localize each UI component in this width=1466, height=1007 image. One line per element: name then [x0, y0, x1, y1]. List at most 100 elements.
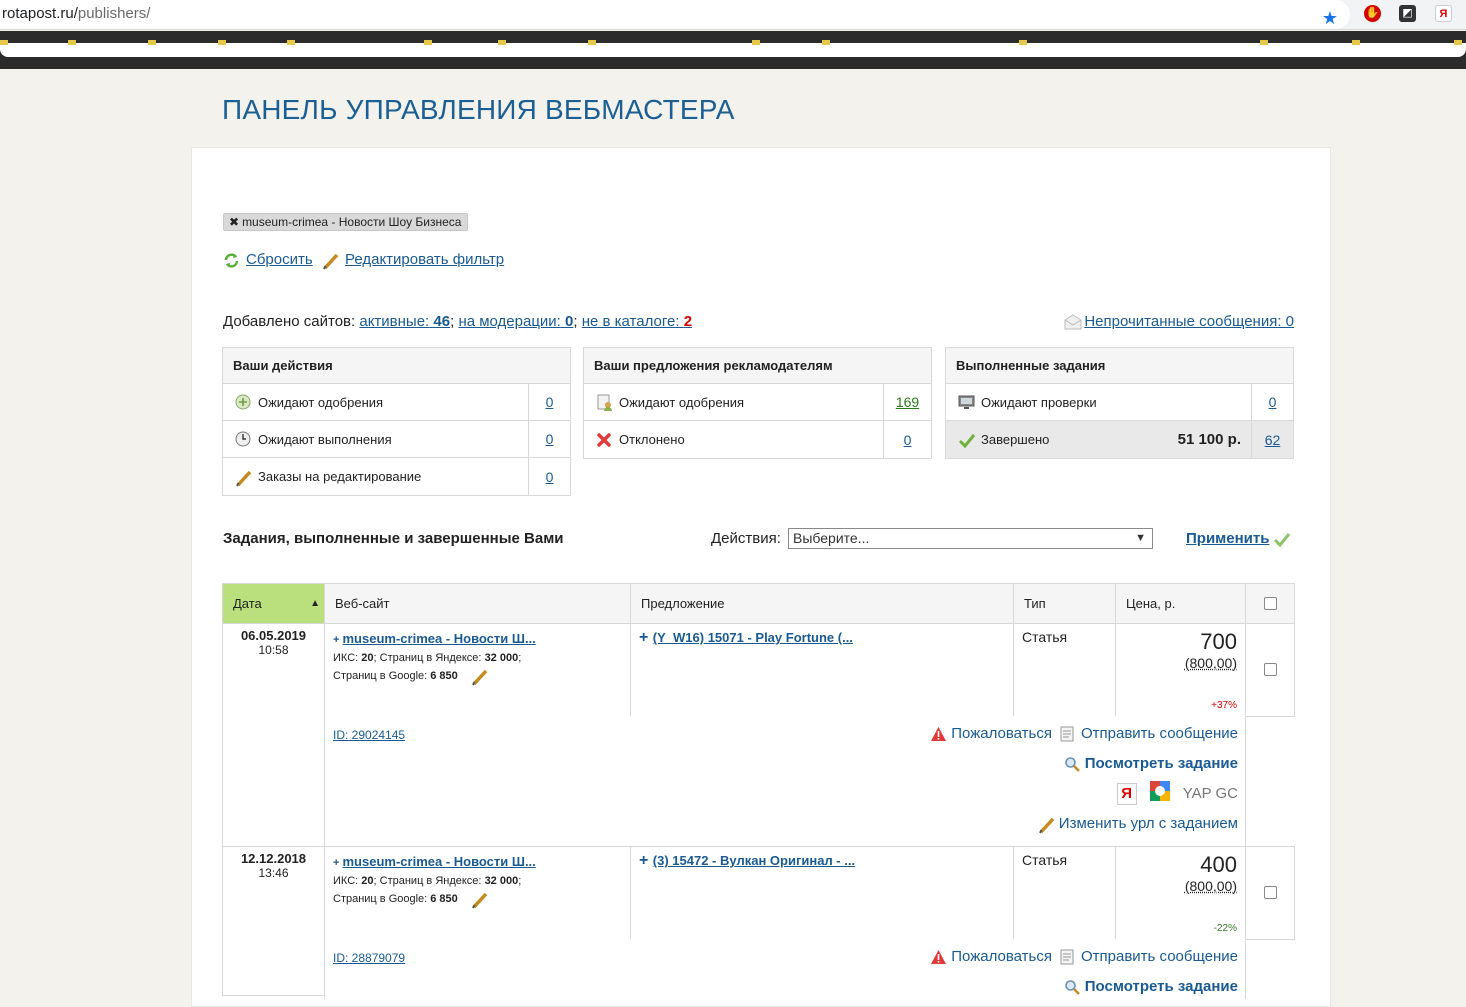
- catalog-sites-link[interactable]: не в каталоге: 2: [582, 313, 692, 330]
- view-task-link[interactable]: Посмотреть задание: [1064, 755, 1238, 772]
- bookmarks-strip: [0, 43, 1466, 57]
- stat-count-link[interactable]: 62: [1265, 432, 1281, 448]
- price-change: -22%: [1214, 923, 1237, 934]
- column-header-price[interactable]: Цена, р.: [1116, 584, 1246, 623]
- stat-label: Ожидают выполнения: [258, 432, 392, 447]
- column-header-type[interactable]: Тип: [1014, 584, 1116, 623]
- send-message-link[interactable]: Отправить сообщение: [1060, 948, 1238, 965]
- row-select-cell: [1245, 623, 1295, 717]
- column-header-date[interactable]: Дата ▲: [223, 584, 325, 623]
- stat-count-link[interactable]: 0: [546, 469, 554, 485]
- pencil-icon[interactable]: [471, 668, 487, 684]
- yandex-icon[interactable]: Я: [1117, 783, 1137, 805]
- expand-icon[interactable]: +: [333, 634, 339, 646]
- note-icon: [1060, 726, 1076, 742]
- url-field[interactable]: rotapost.ru/publishers/ ★: [0, 0, 1350, 29]
- plus-circle-icon: [235, 394, 251, 410]
- bookmark-folder-icon[interactable]: [424, 40, 432, 45]
- pencil-icon: [235, 469, 251, 485]
- website-link[interactable]: museum-crimea - Новости Ш...: [343, 854, 536, 869]
- bookmark-folder-icon[interactable]: [218, 40, 226, 45]
- browser-address-bar: rotapost.ru/publishers/ ★ ✋ ◩ Я: [0, 0, 1466, 30]
- stat-label: Заказы на редактирование: [258, 469, 421, 484]
- extension-icon[interactable]: ◩: [1399, 5, 1416, 22]
- bookmark-folder-icon[interactable]: [0, 40, 8, 45]
- table-row-date: 12.12.2018 13:46: [222, 846, 325, 996]
- bookmark-folder-icon[interactable]: [588, 40, 596, 45]
- complain-link[interactable]: Пожаловаться: [930, 948, 1052, 965]
- bookmark-star-icon[interactable]: ★: [1322, 4, 1338, 32]
- task-id-link[interactable]: ID: 29024145: [333, 728, 405, 742]
- checkmark-icon: [958, 432, 974, 448]
- apply-button[interactable]: Применить: [1186, 530, 1289, 547]
- offer-link[interactable]: (3) 15472 - Вулкан Оригинал - ...: [653, 853, 855, 868]
- stat-row: Завершено 51 100 р. 62: [946, 421, 1293, 458]
- bookmark-folder-icon[interactable]: [1260, 40, 1268, 45]
- bookmark-folder-icon[interactable]: [1019, 40, 1027, 45]
- edit-filter-label[interactable]: Редактировать фильтр: [345, 251, 504, 268]
- sites-summary: Добавлено сайтов: активные: 46; на модер…: [223, 313, 692, 330]
- bookmark-folder-icon[interactable]: [1352, 40, 1360, 45]
- send-message-link[interactable]: Отправить сообщение: [1060, 725, 1238, 742]
- change-url-link[interactable]: Изменить урл с заданием: [1038, 815, 1238, 832]
- reset-filter-link[interactable]: Сбросить: [223, 251, 313, 268]
- actions-select[interactable]: Выберите... ▼: [788, 528, 1153, 549]
- active-sites-link[interactable]: активные: 46: [359, 313, 450, 330]
- your-offers-title: Ваши предложения рекламодателям: [584, 348, 931, 384]
- apply-label[interactable]: Применить: [1186, 530, 1269, 547]
- stat-count-link[interactable]: 0: [1269, 394, 1277, 410]
- bookmark-folder-icon[interactable]: [1454, 40, 1462, 45]
- stat-count-link[interactable]: 0: [904, 432, 912, 448]
- bookmark-folder-icon[interactable]: [148, 40, 156, 45]
- row-detail-panel: ID: 29024145 Пожаловаться Отправить сооб…: [324, 716, 1246, 847]
- warning-icon: [930, 726, 946, 742]
- stat-count-link[interactable]: 0: [546, 431, 554, 447]
- select-all-checkbox[interactable]: [1264, 597, 1277, 610]
- pencil-icon[interactable]: [471, 891, 487, 907]
- column-header-offer[interactable]: Предложение: [631, 584, 1014, 623]
- yandex-extension-icon[interactable]: Я: [1435, 5, 1452, 22]
- expand-icon[interactable]: +: [333, 857, 339, 869]
- bookmark-folder-icon[interactable]: [822, 40, 830, 45]
- completed-tasks-box: Выполненные задания Ожидают проверки 0 З…: [945, 347, 1294, 459]
- tasks-section-title: Задания, выполненные и завершенные Вами: [223, 530, 564, 547]
- moderation-sites-link[interactable]: на модерации: 0: [458, 313, 573, 330]
- price-value: 400: [1124, 852, 1237, 878]
- reset-link-label[interactable]: Сбросить: [246, 251, 313, 268]
- page-title: ПАНЕЛЬ УПРАВЛЕНИЯ ВЕБМАСТЕРА: [222, 94, 735, 126]
- stat-count-link[interactable]: 0: [546, 394, 554, 410]
- bookmark-folder-icon[interactable]: [68, 40, 76, 45]
- pencil-icon: [322, 252, 338, 268]
- pencil-icon: [1038, 816, 1054, 832]
- bookmark-folder-icon[interactable]: [287, 40, 295, 45]
- expand-icon[interactable]: +: [639, 852, 648, 869]
- unread-messages[interactable]: Непрочитанные сообщения: 0: [1064, 313, 1294, 330]
- your-actions-box: Ваши действия Ожидают одобрения 0 Ожидаю…: [222, 347, 571, 496]
- url-path: publishers/: [78, 5, 151, 22]
- sites-prefix: Добавлено сайтов:: [223, 313, 355, 330]
- column-header-website[interactable]: Веб-сайт: [325, 584, 631, 623]
- website-link[interactable]: museum-crimea - Новости Ш...: [343, 631, 536, 646]
- document-user-icon: [596, 394, 612, 410]
- unread-messages-link[interactable]: Непрочитанные сообщения: 0: [1084, 313, 1294, 330]
- row-checkbox[interactable]: [1264, 663, 1277, 676]
- bookmark-folder-icon[interactable]: [752, 40, 760, 45]
- stat-row: Ожидают проверки 0: [946, 384, 1293, 421]
- magnifier-icon: [1064, 756, 1080, 772]
- adblock-extension-icon[interactable]: ✋: [1364, 5, 1381, 22]
- stat-row: Отклонено 0: [584, 421, 931, 458]
- table-row-website: + museum-crimea - Новости Ш... ИКС: 20; …: [324, 623, 631, 717]
- filter-tag[interactable]: ✖ museum-crimea - Новости Шоу Бизнеса: [223, 213, 468, 231]
- complain-link[interactable]: Пожаловаться: [930, 725, 1052, 742]
- remove-filter-icon[interactable]: ✖: [229, 215, 239, 229]
- bookmark-folder-icon[interactable]: [498, 40, 506, 45]
- stat-label: Ожидают одобрения: [258, 395, 383, 410]
- row-checkbox[interactable]: [1264, 886, 1277, 899]
- google-icon[interactable]: [1149, 780, 1171, 807]
- active-sites-count: 46: [433, 313, 450, 330]
- edit-filter-link[interactable]: Редактировать фильтр: [322, 251, 504, 268]
- task-id-link[interactable]: ID: 28879079: [333, 951, 405, 965]
- stat-count-link[interactable]: 169: [896, 394, 919, 410]
- expand-icon[interactable]: +: [639, 629, 648, 646]
- offer-link[interactable]: (Y_W16) 15071 - Play Fortune (...: [653, 630, 853, 645]
